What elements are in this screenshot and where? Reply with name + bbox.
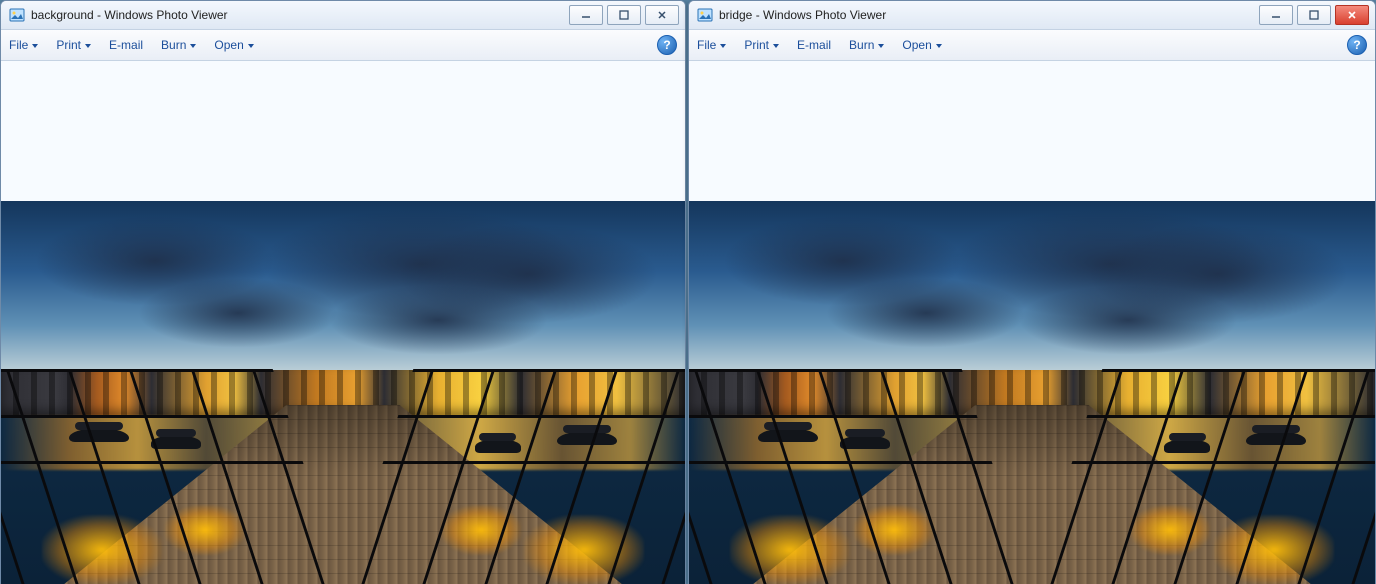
photo-content bbox=[1, 201, 685, 584]
window-title: bridge - Windows Photo Viewer bbox=[719, 8, 886, 22]
viewer-blank-area bbox=[1, 61, 685, 201]
menu-open-label: Open bbox=[214, 38, 243, 52]
menu-print[interactable]: Print bbox=[56, 38, 91, 52]
chevron-down-icon bbox=[936, 44, 942, 48]
close-button[interactable] bbox=[1335, 5, 1369, 25]
chevron-down-icon bbox=[720, 44, 726, 48]
window-title: background - Windows Photo Viewer bbox=[31, 8, 228, 22]
menu-burn-label: Burn bbox=[161, 38, 186, 52]
menu-file[interactable]: File bbox=[697, 38, 726, 52]
menu-file-label: File bbox=[697, 38, 716, 52]
app-icon bbox=[9, 7, 25, 23]
chevron-down-icon bbox=[773, 44, 779, 48]
menu-open[interactable]: Open bbox=[902, 38, 941, 52]
chevron-down-icon bbox=[190, 44, 196, 48]
menu-email-label: E-mail bbox=[797, 38, 831, 52]
maximize-button[interactable] bbox=[607, 5, 641, 25]
window-buttons bbox=[569, 5, 679, 25]
menubar: File Print E-mail Burn Open ? bbox=[1, 30, 685, 61]
close-button[interactable] bbox=[645, 5, 679, 25]
chevron-down-icon bbox=[248, 44, 254, 48]
menu-email[interactable]: E-mail bbox=[797, 38, 831, 52]
menu-burn[interactable]: Burn bbox=[849, 38, 884, 52]
menu-email-label: E-mail bbox=[109, 38, 143, 52]
titlebar[interactable]: bridge - Windows Photo Viewer bbox=[689, 1, 1375, 30]
titlebar[interactable]: background - Windows Photo Viewer bbox=[1, 1, 685, 30]
desktop: background - Windows Photo Viewer File P… bbox=[0, 0, 1376, 584]
menu-email[interactable]: E-mail bbox=[109, 38, 143, 52]
menu-print[interactable]: Print bbox=[744, 38, 779, 52]
chevron-down-icon bbox=[32, 44, 38, 48]
maximize-button[interactable] bbox=[1297, 5, 1331, 25]
minimize-button[interactable] bbox=[569, 5, 603, 25]
menu-file-label: File bbox=[9, 38, 28, 52]
minimize-button[interactable] bbox=[1259, 5, 1293, 25]
app-icon bbox=[697, 7, 713, 23]
menubar: File Print E-mail Burn Open ? bbox=[689, 30, 1375, 61]
help-icon: ? bbox=[663, 38, 670, 52]
photo-viewer-window-background: background - Windows Photo Viewer File P… bbox=[0, 0, 686, 584]
viewer-blank-area bbox=[689, 61, 1375, 201]
help-button[interactable]: ? bbox=[1347, 35, 1367, 55]
chevron-down-icon bbox=[878, 44, 884, 48]
photo-content bbox=[689, 201, 1375, 584]
photo-viewer-window-bridge: bridge - Windows Photo Viewer File Print bbox=[688, 0, 1376, 584]
chevron-down-icon bbox=[85, 44, 91, 48]
menu-open[interactable]: Open bbox=[214, 38, 253, 52]
menu-burn[interactable]: Burn bbox=[161, 38, 196, 52]
help-button[interactable]: ? bbox=[657, 35, 677, 55]
menu-open-label: Open bbox=[902, 38, 931, 52]
window-buttons bbox=[1259, 5, 1369, 25]
viewer-image[interactable] bbox=[1, 201, 685, 584]
menu-print-label: Print bbox=[744, 38, 769, 52]
viewer-image[interactable] bbox=[689, 201, 1375, 584]
help-icon: ? bbox=[1353, 38, 1360, 52]
menu-burn-label: Burn bbox=[849, 38, 874, 52]
menu-print-label: Print bbox=[56, 38, 81, 52]
menu-file[interactable]: File bbox=[9, 38, 38, 52]
